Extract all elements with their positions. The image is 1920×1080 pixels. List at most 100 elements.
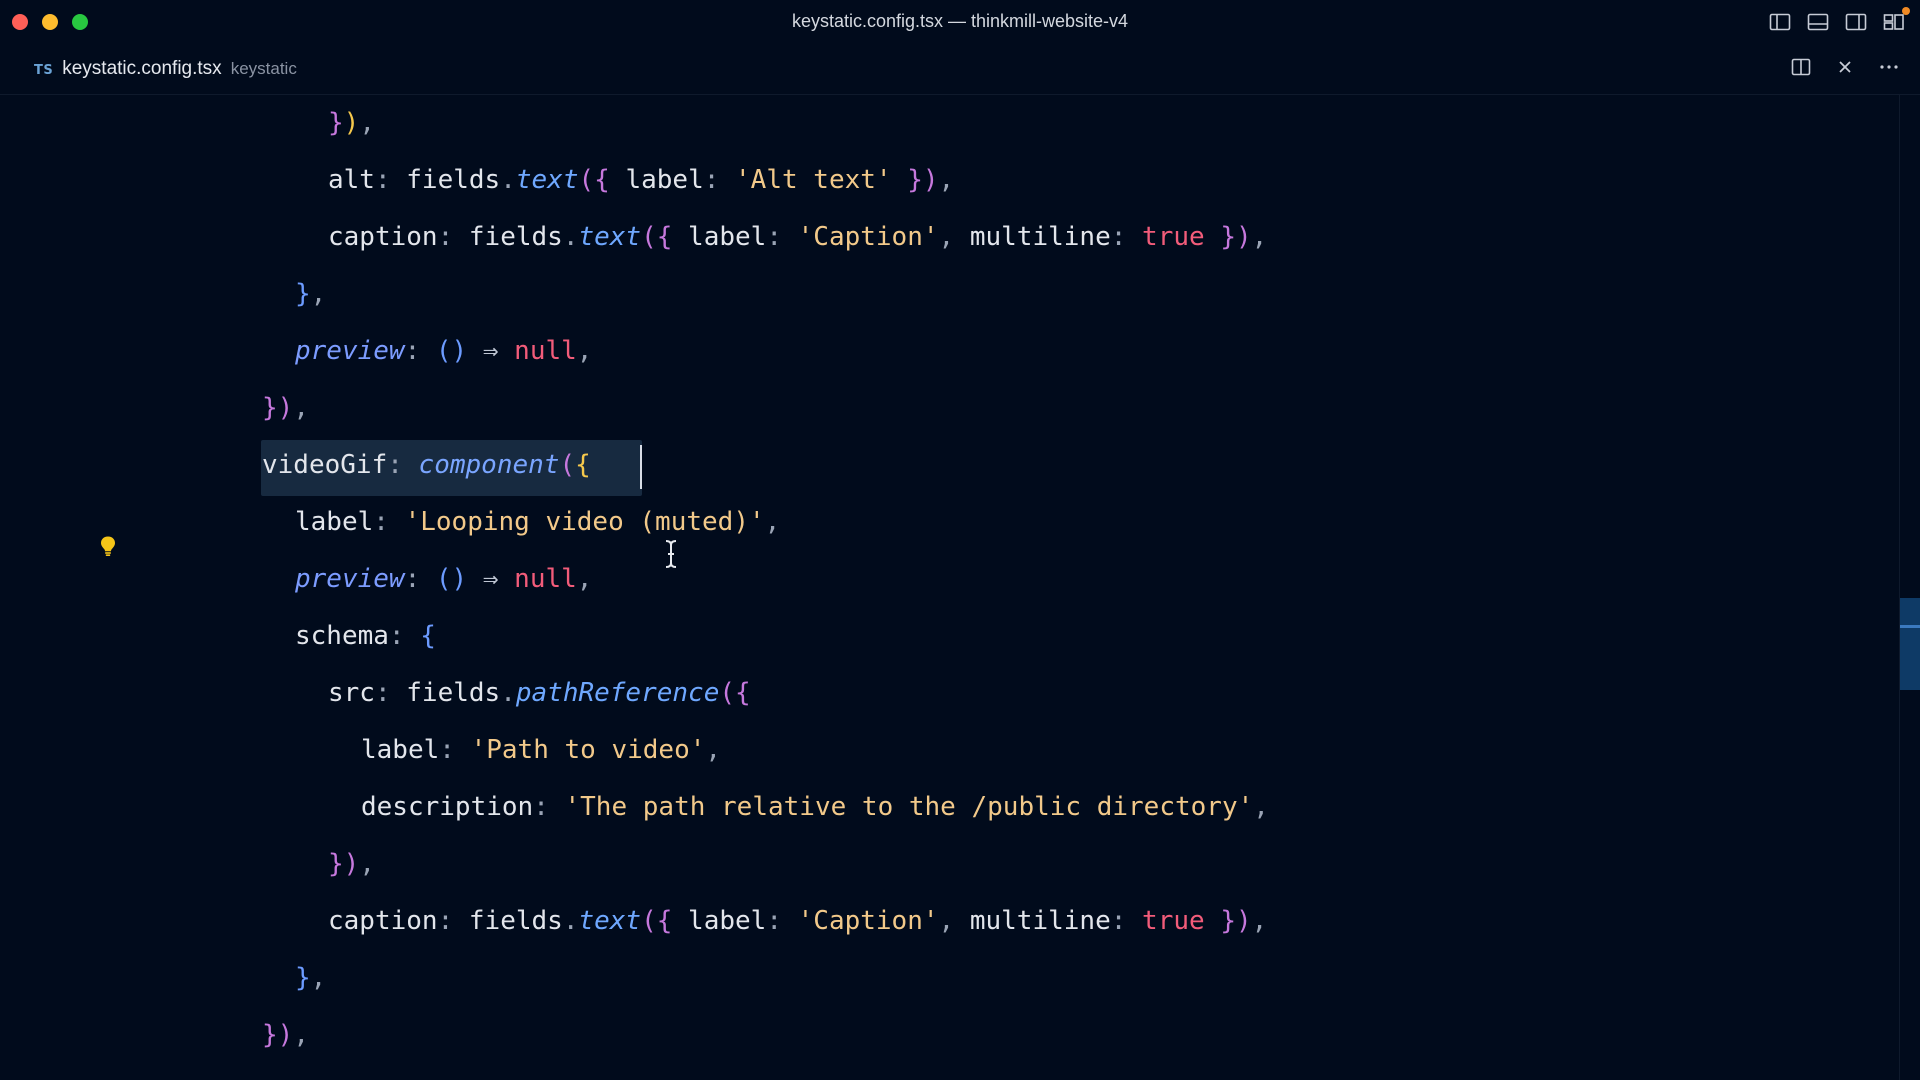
code-token: text	[578, 906, 642, 936]
window-title: keystatic.config.tsx — thinkmill-website…	[791, 11, 1129, 31]
code-token: caption	[328, 906, 438, 936]
code-token: pathReference	[515, 678, 720, 708]
code-token: :	[373, 507, 405, 537]
code-line: alt: fields.text({ label: 'Alt text' }),	[328, 155, 954, 205]
code-token: }	[295, 279, 311, 309]
code-token: ()	[435, 564, 468, 594]
title-bar: keystatic.config.tsx — thinkmill-website…	[0, 0, 1920, 44]
code-token: ⇒	[467, 564, 515, 594]
notification-dot	[1902, 7, 1910, 15]
code-token: 'Path to video'	[470, 735, 706, 765]
code-token: caption	[328, 222, 438, 252]
code-token: )	[277, 1020, 294, 1050]
code-token: ,	[1251, 906, 1268, 936]
scrollbar-thumb[interactable]	[1900, 598, 1920, 690]
code-token: (	[719, 678, 736, 708]
code-line: description: 'The path relative to the /…	[361, 782, 1269, 832]
tab-actions	[1790, 56, 1900, 78]
code-token: 'Caption'	[797, 222, 939, 252]
code-token: src	[328, 678, 375, 708]
code-token: {	[656, 222, 673, 252]
code-token: null	[514, 336, 577, 366]
more-actions-icon[interactable]	[1878, 56, 1900, 78]
code-token: .	[562, 222, 579, 252]
code-line: },	[295, 269, 326, 319]
code-token: text	[578, 222, 642, 252]
code-token: :	[1110, 222, 1143, 252]
close-icon[interactable]	[1834, 56, 1856, 78]
code-token: schema	[295, 621, 389, 651]
toggle-secondary-sidebar-icon[interactable]	[1844, 10, 1868, 34]
code-token: videoGif	[262, 450, 388, 480]
vertical-scrollbar[interactable]	[1899, 95, 1920, 1080]
code-token: {	[656, 906, 673, 936]
split-editor-icon[interactable]	[1790, 56, 1812, 78]
tab-keystatic-config[interactable]: TS keystatic.config.tsx keystatic	[34, 58, 297, 80]
scrollbar-cursor-marker	[1900, 625, 1920, 628]
code-line: }),	[262, 383, 309, 433]
code-line: caption: fields.text({ label: 'Caption',…	[328, 212, 1267, 262]
code-token: true	[1142, 222, 1205, 252]
code-token: )	[1235, 906, 1252, 936]
code-token: .	[500, 678, 516, 708]
code-token: :	[437, 222, 469, 252]
code-token: null	[514, 564, 577, 594]
code-token: :	[404, 564, 436, 594]
code-token: 'Caption'	[797, 906, 939, 936]
code-token: 'Alt text'	[735, 165, 892, 195]
code-token: fields	[406, 165, 501, 195]
code-token: ,	[310, 279, 327, 309]
code-token: ,	[576, 336, 593, 366]
code-token: preview	[295, 336, 405, 366]
code-line: preview: () ⇒ null,	[295, 554, 592, 604]
code-token: fields	[468, 906, 563, 936]
code-editor[interactable]: }), alt: fields.text({ label: 'Alt text' …	[0, 95, 1900, 1080]
code-token: :	[703, 165, 736, 195]
tab-bar: TS keystatic.config.tsx keystatic	[0, 44, 1920, 95]
code-token: ,	[764, 507, 781, 537]
code-token: :	[766, 222, 798, 252]
code-token: )	[343, 108, 360, 138]
code-token: {	[420, 621, 436, 651]
code-token: true	[1142, 906, 1205, 936]
code-token: {	[575, 450, 591, 480]
code-token: ()	[435, 336, 468, 366]
code-token: text	[515, 165, 579, 195]
code-token: }	[1220, 906, 1236, 936]
code-token: :	[766, 906, 798, 936]
customize-layout-icon[interactable]	[1882, 7, 1910, 34]
typescript-file-icon: TS	[34, 63, 54, 78]
layout-controls	[1768, 7, 1910, 34]
toggle-panel-icon[interactable]	[1806, 10, 1830, 34]
code-token: multiline	[969, 222, 1111, 252]
lightbulb-icon[interactable]	[99, 535, 117, 562]
code-token: (	[641, 906, 657, 936]
code-token: :	[374, 165, 407, 195]
code-token: alt	[328, 165, 375, 195]
text-cursor-icon	[664, 539, 678, 574]
code-token: (	[559, 450, 576, 480]
code-token: :	[437, 906, 469, 936]
code-token: label	[609, 165, 704, 195]
editor-window: keystatic.config.tsx — thinkmill-website…	[0, 0, 1920, 1080]
code-token: ,	[293, 1020, 309, 1050]
code-line: src: fields.pathReference({	[328, 668, 751, 718]
code-token: }	[1220, 222, 1236, 252]
code-token: description	[361, 792, 534, 822]
code-line: caption: fields.text({ label: 'Caption',…	[328, 896, 1267, 946]
code-token: :	[387, 450, 419, 480]
code-token: :	[404, 336, 436, 366]
code-line: label: 'Looping video (muted)',	[295, 497, 780, 547]
code-token: {	[735, 678, 751, 708]
code-token: }	[262, 393, 278, 423]
code-token: multiline	[969, 906, 1111, 936]
toggle-primary-sidebar-icon[interactable]	[1768, 10, 1792, 34]
code-token: label	[361, 735, 440, 765]
code-line: label: 'Path to video',	[361, 725, 721, 775]
code-line: videoGif: component({	[262, 440, 591, 490]
code-token: }	[328, 108, 344, 138]
code-token: ⇒	[467, 336, 515, 366]
code-token: ,	[938, 222, 970, 252]
code-token: :	[388, 621, 421, 651]
